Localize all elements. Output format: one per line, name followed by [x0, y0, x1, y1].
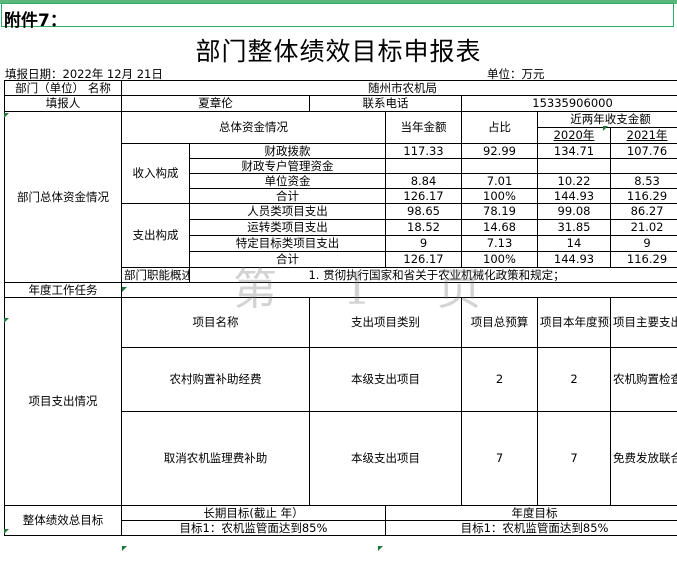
dept-name-label: 部门（单位） 名称: [4, 80, 122, 96]
error-indicator-icon: [4, 113, 9, 118]
project-name[interactable]: 农村购置补助经费: [121, 347, 310, 412]
expense-2020[interactable]: 14: [537, 235, 611, 252]
expense-total-label: 合计: [189, 251, 386, 268]
expense-ratio[interactable]: 7.13: [461, 235, 538, 252]
expense-2020[interactable]: 31.85: [537, 219, 611, 236]
annual-task-label: 年度工作任务: [4, 282, 122, 298]
col-ratio: 占比: [461, 111, 538, 144]
long-term-goal-header: 长期目标(截止 年）: [121, 505, 386, 521]
income-ratio[interactable]: 7.01: [461, 173, 538, 189]
error-indicator-icon: [378, 546, 383, 551]
col-current-amount: 当年金额: [385, 111, 462, 144]
fill-date-label: 填报日期：: [5, 67, 63, 81]
expense-total-amount[interactable]: 126.17: [385, 251, 462, 268]
project-section-label: 项目支出情况: [4, 297, 122, 506]
expense-total-2020[interactable]: 144.93: [537, 251, 611, 268]
expense-ratio[interactable]: 14.68: [461, 219, 538, 236]
project-purpose-header: 项目主要支出方向和用途: [609, 297, 677, 348]
phone-label: 联系电话: [309, 95, 462, 112]
duty-value[interactable]: 1. 贯彻执行国家和省关于农业机械化政策和规定；: [188, 267, 677, 283]
col-year-2020: 2020年: [537, 127, 611, 144]
annual-goal-value[interactable]: 目标1：农机监管面达到85%: [384, 520, 677, 536]
annual-task-value[interactable]: [120, 282, 677, 298]
phone-value[interactable]: 15335906000: [460, 95, 677, 112]
expense-2021[interactable]: 21.02: [609, 219, 677, 236]
project-name-header: 项目名称: [121, 297, 310, 348]
fund-section-label: 部门总体资金情况: [4, 111, 122, 283]
income-item-name: 单位资金: [189, 173, 386, 189]
project-category-header: 支出项目类别: [309, 297, 462, 348]
filler-label: 填报人: [4, 95, 122, 112]
error-indicator-icon: [122, 287, 127, 292]
income-item-name: 财政专户管理资金: [189, 158, 386, 174]
income-2021[interactable]: 8.53: [609, 173, 677, 189]
income-2020[interactable]: 10.22: [537, 173, 611, 189]
expense-2021[interactable]: 9: [609, 235, 677, 252]
col-year-2021: 2021年: [609, 127, 677, 144]
filler-name[interactable]: 夏章伦: [121, 95, 310, 112]
income-ratio[interactable]: [461, 158, 538, 174]
error-indicator-icon: [4, 529, 9, 534]
project-purpose[interactable]: 农机购置检查、核查、绩效考核、宣传: [609, 347, 677, 412]
overall-fund-label: 总体资金情况: [121, 111, 386, 144]
expense-2021[interactable]: 86.27: [609, 203, 677, 220]
long-term-goal-value[interactable]: 目标1：农机监管面达到85%: [121, 520, 386, 536]
income-total-2020[interactable]: 144.93: [537, 188, 611, 204]
income-total-ratio[interactable]: 100%: [461, 188, 538, 204]
error-indicator-icon: [603, 126, 608, 131]
income-label: 收入构成: [121, 143, 190, 204]
income-amount[interactable]: [385, 158, 462, 174]
expense-total-ratio[interactable]: 100%: [461, 251, 538, 268]
expense-label: 支出构成: [121, 203, 190, 268]
income-2021[interactable]: 107.76: [609, 143, 677, 159]
expense-2020[interactable]: 99.08: [537, 203, 611, 220]
project-purpose[interactable]: 免费发放联合收割机、拖拉机号牌、证件及农业机械安全检验费等: [609, 411, 677, 506]
error-indicator-icon: [122, 546, 127, 551]
income-2020[interactable]: [537, 158, 611, 174]
income-total-label: 合计: [189, 188, 386, 204]
expense-item-name: 人员类项目支出: [189, 203, 386, 220]
selected-cell-frame[interactable]: [1, 3, 674, 27]
error-indicator-icon: [4, 318, 9, 323]
page-title: 部门整体绩效目标申报表: [195, 37, 482, 66]
income-amount[interactable]: 8.84: [385, 173, 462, 189]
goals-label: 整体绩效总目标: [4, 505, 122, 536]
expense-amount[interactable]: 18.52: [385, 219, 462, 236]
performance-table: 部门（单位） 名称 随州市农机局 填报人 夏章伦 联系电话 1533590600…: [4, 80, 677, 536]
income-total-amount[interactable]: 126.17: [385, 188, 462, 204]
dept-name-value[interactable]: 随州市农机局: [120, 80, 677, 96]
project-total-header: 项目总预算: [461, 297, 538, 348]
expense-item-name: 运转类项目支出: [189, 219, 386, 236]
expense-amount[interactable]: 9: [385, 235, 462, 252]
annual-goal-header: 年度目标: [384, 505, 677, 521]
expense-total-2021[interactable]: 116.29: [609, 251, 677, 268]
unit-label: 单位：: [487, 67, 522, 81]
project-category[interactable]: 本级支出项目: [309, 411, 462, 506]
project-annual-header: 项目本年度预算: [537, 297, 611, 348]
expense-item-name: 特定目标类项目支出: [189, 235, 386, 252]
project-category[interactable]: 本级支出项目: [309, 347, 462, 412]
income-2021[interactable]: [609, 158, 677, 174]
unit-value: 万元: [521, 67, 545, 81]
income-2020[interactable]: 134.71: [537, 143, 611, 159]
duty-label: 部门职能概述: [121, 267, 190, 283]
income-item-name: 财政拨款: [189, 143, 386, 159]
expense-ratio[interactable]: 78.19: [461, 203, 538, 220]
project-annual-budget[interactable]: 7: [537, 411, 611, 506]
project-annual-budget[interactable]: 2: [537, 347, 611, 412]
fill-date-value: 2022年 12月 21日: [62, 67, 163, 81]
project-name[interactable]: 取消农机监理费补助: [121, 411, 310, 506]
project-total-budget[interactable]: 7: [461, 411, 538, 506]
income-total-2021[interactable]: 116.29: [609, 188, 677, 204]
annex-label: 附件7：: [4, 11, 67, 31]
expense-amount[interactable]: 98.65: [385, 203, 462, 220]
income-ratio[interactable]: 92.99: [461, 143, 538, 159]
income-amount[interactable]: 117.33: [385, 143, 462, 159]
project-total-budget[interactable]: 2: [461, 347, 538, 412]
